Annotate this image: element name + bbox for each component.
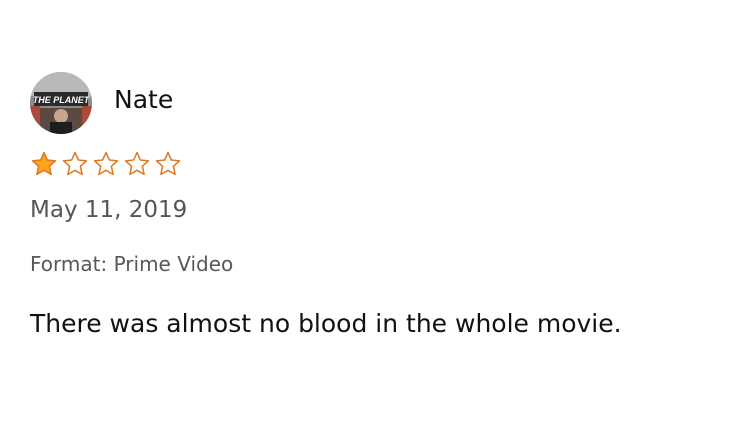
- star-filled-icon: [31, 151, 57, 176]
- review-body-text: There was almost no blood in the whole m…: [30, 309, 622, 338]
- star-rating: [30, 150, 185, 178]
- star-empty-icon: [124, 151, 150, 176]
- avatar-logo-text: THE PLANET: [33, 95, 91, 105]
- avatar[interactable]: THE PLANET: [30, 72, 92, 134]
- reviewer-profile[interactable]: THE PLANET Nate: [30, 72, 173, 134]
- review-date: May 11, 2019: [30, 197, 188, 223]
- reviewer-name[interactable]: Nate: [114, 85, 173, 114]
- review-format[interactable]: Format: Prime Video: [30, 252, 233, 276]
- star-empty-icon: [155, 151, 181, 176]
- star-empty-icon: [62, 151, 88, 176]
- star-empty-icon: [93, 151, 119, 176]
- customer-review: THE PLANET Nate May 11, 2019 Format: Pri…: [0, 0, 750, 426]
- avatar-image: THE PLANET: [30, 72, 92, 134]
